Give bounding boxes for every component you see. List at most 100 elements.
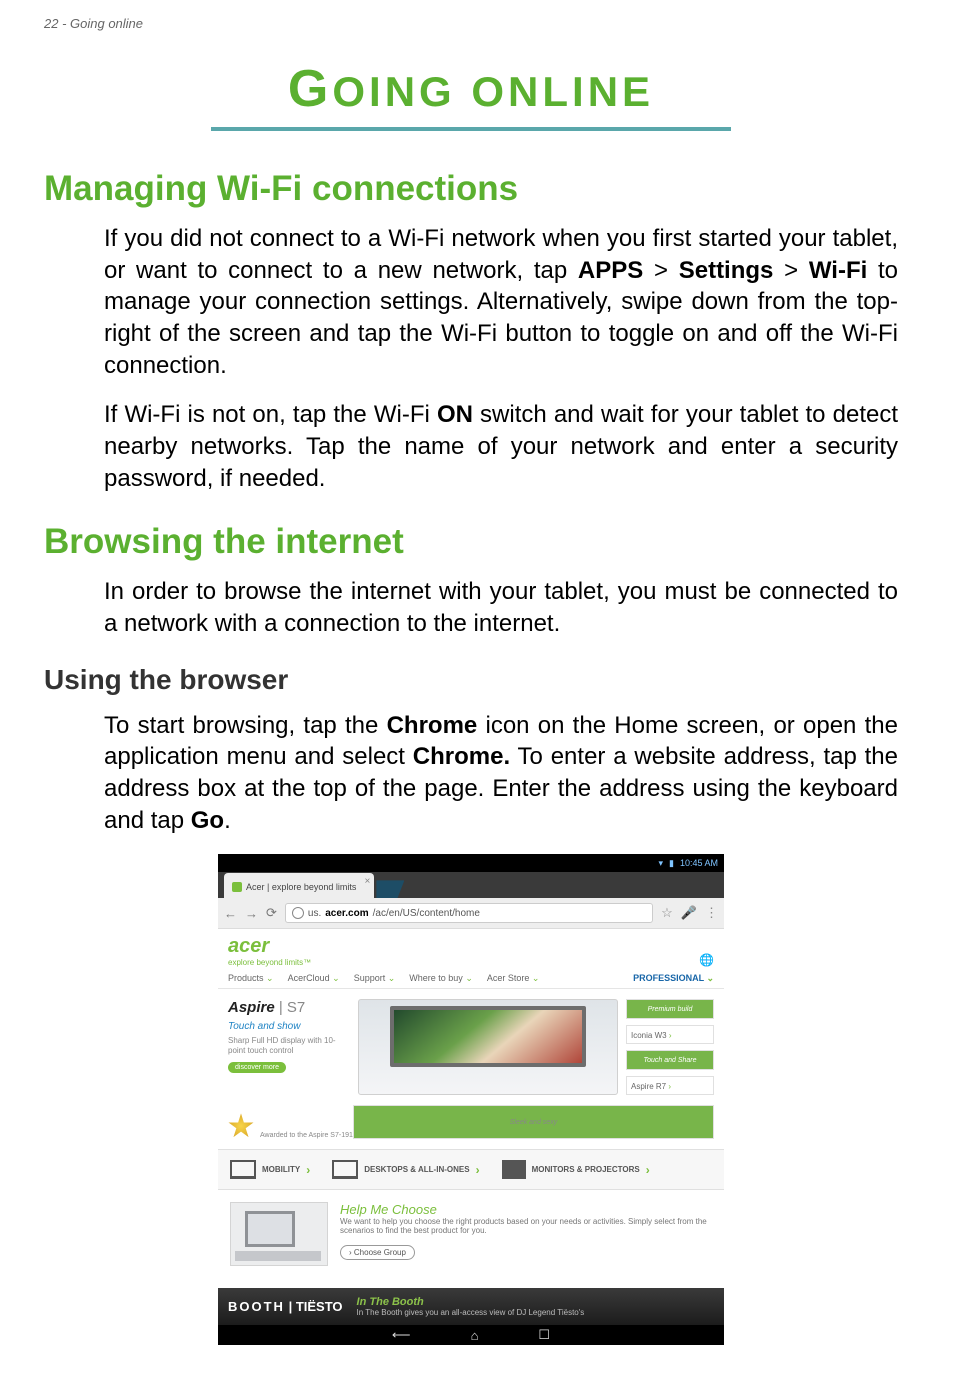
nav-acerstore[interactable]: Acer Store ⌄ — [487, 973, 540, 984]
url-path: /ac/en/US/content/home — [373, 908, 480, 919]
banner-logo: BOOTH | TIËSTO — [228, 1299, 343, 1314]
chapter-title-rest: OING ONLINE — [332, 68, 654, 115]
cat-mobility[interactable]: MOBILITY › — [230, 1160, 310, 1179]
chrome-label-2: Chrome. — [413, 743, 510, 770]
battery-icon: ▮ — [669, 858, 674, 869]
hero-image — [358, 999, 616, 1095]
on-label: ON — [437, 401, 473, 428]
tile-iconia[interactable]: Iconia W3 › — [626, 1025, 714, 1045]
chevron-down-icon: ⌄ — [465, 973, 473, 983]
wifi-paragraph-2: If Wi-Fi is not on, tap the Wi-Fi ON swi… — [104, 399, 898, 494]
awards-row: Awarded to the Aspire S7-191 Sleek and s… — [218, 1105, 724, 1149]
hero-touchshow: Touch and show — [228, 1021, 348, 1032]
subsection-using-browser: Using the browser — [44, 664, 898, 696]
cat-monitors[interactable]: MONITORS & PROJECTORS › — [502, 1160, 650, 1179]
browser-toolbar: ← → ⟳ us.acer.com/ac/en/US/content/home … — [218, 898, 724, 929]
acer-logo[interactable]: acer — [228, 935, 269, 957]
hero-desc: Sharp Full HD display with 10-point touc… — [228, 1036, 348, 1056]
chrome-label: Chrome — [387, 712, 478, 739]
help-copy: We want to help you choose the right pro… — [340, 1217, 712, 1235]
chapter-title-initial: G — [288, 60, 332, 118]
chapter-title: GOING ONLINE — [44, 59, 898, 119]
chevron-down-icon: ⌄ — [332, 973, 340, 983]
bookmark-icon[interactable]: ☆ — [661, 905, 673, 921]
tile-sleek[interactable]: Sleek and sexy — [353, 1105, 714, 1139]
settings-label: Settings — [679, 257, 774, 284]
chevron-down-icon: ⌄ — [388, 973, 396, 983]
hero-s7: | S7 — [275, 999, 306, 1016]
go-arrow-icon: › — [306, 1163, 310, 1177]
tile-touch-share[interactable]: Touch and Share — [626, 1050, 714, 1070]
desktop-icon — [332, 1160, 358, 1179]
browser-tab[interactable]: Acer | explore beyond limits × — [224, 873, 374, 898]
chevron-down-icon: ⌄ — [266, 973, 274, 983]
go-arrow-icon: › — [476, 1163, 480, 1177]
url-host: acer.com — [325, 908, 368, 919]
section-wifi-heading: Managing Wi-Fi connections — [44, 169, 898, 209]
category-bar: MOBILITY › DESKTOPS & ALL-IN-ONES › MONI… — [218, 1149, 724, 1190]
home-nav-icon[interactable]: ⌂ — [471, 1328, 479, 1343]
nav-professional[interactable]: PROFESSIONAL ⌄ — [633, 973, 714, 984]
back-icon[interactable]: ← — [224, 906, 237, 921]
site-header: acer explore beyond limits™ 🌐 — [218, 929, 724, 969]
chapter-rule — [211, 127, 731, 131]
nav-support[interactable]: Support ⌄ — [354, 973, 396, 984]
text: > — [643, 257, 678, 284]
mic-icon[interactable]: 🎤 — [681, 905, 697, 921]
award-badge-icon — [228, 1113, 254, 1139]
nav-acercloud[interactable]: AcerCloud ⌄ — [288, 973, 340, 984]
wifi-paragraph-1: If you did not connect to a Wi-Fi networ… — [104, 223, 898, 381]
back-nav-icon[interactable]: ⟵ — [392, 1327, 411, 1343]
region-icon[interactable]: 🌐 — [699, 953, 714, 967]
help-title: Help Me Choose — [340, 1202, 712, 1217]
tile-premium-build[interactable]: Premium build — [626, 999, 714, 1019]
favicon-icon — [232, 882, 242, 892]
wifi-label: Wi-Fi — [809, 257, 867, 284]
projector-icon — [502, 1160, 526, 1179]
text: . — [224, 807, 231, 834]
tab-title: Acer | explore beyond limits — [246, 882, 356, 892]
tab-close-icon[interactable]: × — [365, 876, 371, 887]
tiesto-banner[interactable]: BOOTH | TIËSTO In The Booth In The Booth… — [218, 1288, 724, 1325]
recents-nav-icon[interactable]: ☐ — [538, 1327, 550, 1343]
cat-desktops[interactable]: DESKTOPS & ALL-IN-ONES › — [332, 1160, 479, 1179]
apps-label: APPS — [578, 257, 643, 284]
laptop-icon — [230, 1160, 256, 1179]
url-pre: us. — [308, 908, 321, 919]
overflow-menu-icon[interactable]: ⋮ — [705, 905, 718, 921]
hero-section: Aspire | S7 Touch and show Sharp Full HD… — [218, 989, 724, 1105]
nav-wheretobuy[interactable]: Where to buy ⌄ — [409, 973, 473, 984]
hero-copy: Aspire | S7 Touch and show Sharp Full HD… — [228, 999, 348, 1095]
go-arrow-icon: › — [646, 1163, 650, 1177]
browser-tab-strip: Acer | explore beyond limits × — [218, 872, 724, 898]
nav-products[interactable]: Products ⌄ — [228, 973, 274, 984]
running-header: 22 - Going online — [44, 16, 898, 31]
site-nav: Products ⌄ AcerCloud ⌄ Support ⌄ Where t… — [218, 969, 724, 989]
section-browse-heading: Browsing the internet — [44, 522, 898, 562]
new-tab-button[interactable] — [376, 880, 404, 898]
text: To start browsing, tap the — [104, 712, 387, 739]
brand-tagline: explore beyond limits™ — [228, 958, 311, 967]
banner-text: In The Booth In The Booth gives you an a… — [357, 1296, 585, 1317]
forward-icon[interactable]: → — [245, 906, 258, 921]
tile-aspire-r7[interactable]: Aspire R7 › — [626, 1076, 714, 1096]
go-label: Go — [191, 807, 224, 834]
chevron-down-icon: ⌄ — [532, 973, 540, 983]
android-nav-bar: ⟵ ⌂ ☐ — [218, 1325, 724, 1345]
status-time: 10:45 AM — [680, 858, 718, 868]
chevron-down-icon: ⌄ — [706, 973, 714, 983]
reload-icon[interactable]: ⟳ — [266, 905, 277, 921]
choose-group-button[interactable]: › Choose Group — [340, 1245, 415, 1260]
discover-more-button[interactable]: discover more — [228, 1062, 286, 1073]
browse-paragraph-1: In order to browse the internet with you… — [104, 576, 898, 639]
laptop-illustration — [358, 999, 618, 1095]
wifi-icon: ▾ — [658, 858, 663, 869]
hero-aspire: Aspire — [228, 999, 275, 1016]
browse-paragraph-2: To start browsing, tap the Chrome icon o… — [104, 710, 898, 837]
laptop-screen — [390, 1006, 586, 1067]
figure-browser: ▾ ▮ 10:45 AM Acer | explore beyond limit… — [44, 854, 898, 1345]
hero-tiles: Premium build Iconia W3 › Touch and Shar… — [626, 999, 714, 1095]
android-status-bar: ▾ ▮ 10:45 AM — [218, 854, 724, 872]
text: > — [773, 257, 808, 284]
address-bar[interactable]: us. acer.com/ac/en/US/content/home — [285, 903, 653, 923]
